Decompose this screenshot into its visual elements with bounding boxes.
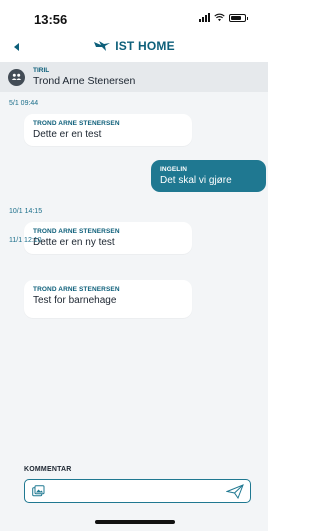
message-sender: TROND ARNE STENERSEN: [33, 228, 120, 235]
image-icon[interactable]: [32, 485, 45, 497]
home-indicator: [95, 520, 175, 524]
app-header: IST HOME: [0, 34, 268, 60]
contact-info: TIRIL Trond Arne Stenersen: [33, 67, 135, 87]
wifi-icon: [214, 13, 225, 22]
message-text: Det skal vi gjøre: [160, 175, 232, 186]
message-bubble-incoming: TROND ARNE STENERSEN Dette er en ny test: [24, 222, 192, 254]
status-bar: 13:56: [0, 0, 268, 34]
brand-name: IST HOME: [115, 39, 175, 53]
message-sender: TROND ARNE STENERSEN: [33, 120, 120, 127]
message-sender: TROND ARNE STENERSEN: [33, 286, 120, 293]
group-icon: [8, 68, 25, 86]
message-bubble-incoming: TROND ARNE STENERSEN Dette er en test: [24, 114, 192, 146]
comment-composer: KOMMENTAR: [0, 456, 268, 531]
signal-icon: [199, 13, 210, 22]
message-text: Test for barnehage: [33, 295, 117, 306]
message-timestamp: 11/1 12:10: [9, 237, 42, 244]
message-bubble-outgoing: INGELIN Det skal vi gjøre: [151, 160, 266, 192]
contact-role: TIRIL: [33, 67, 50, 74]
contact-name: Trond Arne Stenersen: [33, 75, 136, 87]
comment-label: KOMMENTAR: [24, 466, 72, 473]
contact-bar: TIRIL Trond Arne Stenersen: [0, 62, 268, 92]
message-text: Dette er en ny test: [33, 237, 115, 248]
message-bubble-incoming: TROND ARNE STENERSEN Test for barnehage: [24, 280, 192, 318]
battery-icon: [229, 13, 248, 22]
message-timestamp: 5/1 09:44: [9, 100, 39, 107]
status-time: 13:56: [34, 12, 68, 27]
message-timestamp: 10/1 14:15: [9, 208, 43, 215]
message-text: Dette er en test: [33, 129, 102, 140]
paper-plane-icon[interactable]: [226, 484, 244, 499]
message-sender: INGELIN: [160, 166, 188, 173]
message-thread[interactable]: 5/1 09:44 TROND ARNE STENERSEN Dette er …: [0, 92, 268, 456]
bird-icon: [94, 41, 111, 51]
brand-logo: IST HOME: [0, 39, 268, 53]
status-icons: [199, 13, 248, 22]
comment-input[interactable]: [24, 479, 251, 503]
